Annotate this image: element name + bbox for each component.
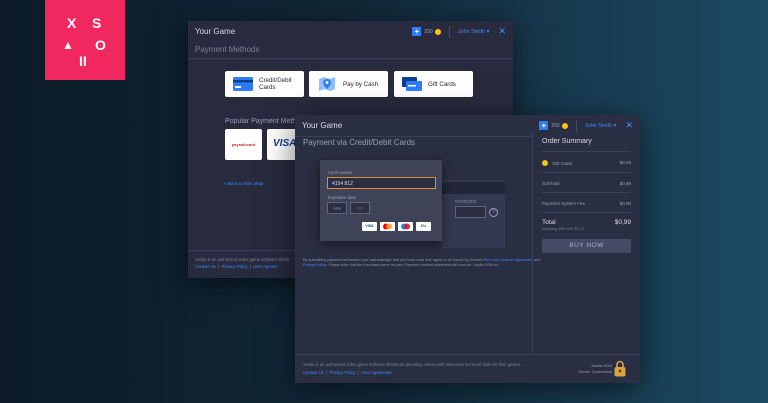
- card-payment-window: Your Game + 250 John Smith ▾ ✕ Payment v…: [295, 115, 640, 383]
- coin-icon: [434, 28, 441, 35]
- logo-glyph-x: X: [67, 15, 77, 31]
- logo-glyph-triangle: ▲: [62, 38, 74, 52]
- popular-methods-label: Popular Payment Meth: [225, 118, 297, 125]
- subtotal-row: SubTotal $0,99: [542, 181, 631, 186]
- card-front-panel: Card number 4154 812 Expiration date MM …: [320, 160, 442, 241]
- card-number-label: Card number: [328, 170, 353, 175]
- item-label: 100 Coins: [552, 160, 573, 166]
- method-label: Pay by Cash: [343, 80, 379, 88]
- privacy-link[interactable]: Privacy Policy: [303, 263, 326, 267]
- user-name: John Smith: [584, 122, 613, 129]
- subtotal-label: SubTotal: [542, 181, 560, 186]
- order-summary-title: Order Summary: [542, 138, 592, 145]
- coin-icon: [561, 122, 568, 129]
- maestro-icon: [398, 222, 413, 231]
- card-number-input[interactable]: 4154 812: [327, 177, 436, 189]
- footer-agreement-link[interactable]: User Agreem: [253, 264, 277, 269]
- footer-privacy-link[interactable]: Privacy Policy: [329, 370, 355, 375]
- consent-text: By submitting payment information you ac…: [303, 258, 541, 267]
- divider: [542, 151, 631, 152]
- total-label: Total: [542, 219, 556, 226]
- footer: Xsolla is an authorized video game softw…: [295, 354, 640, 383]
- game-title: Your Game: [195, 27, 236, 36]
- gift-cards-icon: [402, 77, 422, 91]
- paysafecard-logo: paysafecard: [231, 142, 256, 147]
- order-item-row: 100 Coins $0,99: [542, 160, 631, 166]
- vat-note: Including 18% VAT $0,17: [542, 227, 585, 231]
- coins-balance[interactable]: + 250: [539, 121, 568, 130]
- buy-now-button[interactable]: BUY NOW: [542, 239, 631, 253]
- subtotal-value: $0,99: [619, 181, 631, 186]
- user-menu[interactable]: John Smith ▾: [458, 29, 490, 35]
- card-back-panel: CVV/CVC2 ?: [442, 180, 505, 248]
- page-title: Payment via Credit/Debit Cards: [303, 138, 416, 147]
- coin-icon: [542, 160, 548, 166]
- map-pin-icon: [319, 77, 335, 91]
- game-title: Your Game: [302, 121, 343, 130]
- secure-text: Secure Connection: [577, 369, 612, 374]
- method-label: Gift Cards: [428, 80, 456, 88]
- method-gift-cards-button[interactable]: Gift Cards: [394, 71, 473, 97]
- magnetic-stripe: [442, 182, 505, 194]
- elo-icon: Elo: [416, 222, 431, 231]
- footer-text: Xsolla is an authorized video game softw…: [195, 257, 290, 262]
- method-label: Credit/Debit Cards: [259, 77, 292, 91]
- expiry-month-input[interactable]: MM: [327, 202, 347, 214]
- brand-logo: X S ▲ O II: [45, 0, 125, 80]
- footer-contact-link[interactable]: Contact Us: [303, 370, 324, 375]
- footer-contact-link[interactable]: Contact Us: [195, 264, 216, 269]
- footer-agreement-link[interactable]: User Agreement: [361, 370, 391, 375]
- user-name: John Smith: [457, 28, 486, 35]
- divider: [542, 172, 631, 173]
- coins-value: 250: [424, 28, 433, 35]
- item-price: $0,99: [619, 160, 631, 165]
- method-pay-by-cash-button[interactable]: Pay by Cash: [309, 71, 388, 97]
- divider: [542, 192, 631, 193]
- eula-link[interactable]: End User License Agreement: [484, 258, 533, 262]
- fee-label: Payment System Fee: [542, 201, 586, 206]
- logo-glyph-o: O: [95, 37, 106, 53]
- expiry-year-input[interactable]: YY: [350, 202, 370, 214]
- close-icon[interactable]: ✕: [498, 26, 506, 37]
- divider: [295, 136, 532, 137]
- expiration-label: Expiration date: [328, 195, 356, 200]
- divider: [542, 212, 631, 213]
- logo-glyph-s: S: [92, 15, 102, 31]
- footer-links: Contact Us | Privacy Policy | User Agree…: [195, 264, 278, 269]
- credit-card-icon: [233, 77, 253, 91]
- coins-balance[interactable]: + 250: [412, 27, 441, 36]
- visa-icon: VISA: [362, 222, 377, 231]
- user-menu[interactable]: John Smith ▾: [585, 123, 617, 129]
- divider: [448, 25, 450, 38]
- mastercard-icon: [380, 222, 395, 231]
- footer-privacy-link[interactable]: Privacy Policy: [221, 264, 247, 269]
- popular-paysafecard-button[interactable]: paysafecard: [225, 129, 262, 160]
- total-row: Total $0,99: [542, 219, 631, 226]
- add-coins-icon[interactable]: +: [539, 121, 549, 130]
- close-icon[interactable]: ✕: [625, 120, 633, 131]
- cvv-input[interactable]: [455, 206, 486, 218]
- order-summary: Order Summary 100 Coins $0,99 SubTotal $…: [532, 132, 640, 355]
- secure-brand: Xsolla 2016: [591, 363, 612, 368]
- cvv-label: CVV/CVC2: [455, 199, 476, 204]
- back-to-shop-link[interactable]: < Back to item shop: [224, 181, 264, 186]
- footer-links: Contact Us | Privacy Policy | User Agree…: [303, 370, 392, 375]
- coins-value: 250: [551, 122, 560, 129]
- divider: [575, 119, 577, 132]
- method-credit-card-button[interactable]: Credit/Debit Cards: [225, 71, 304, 97]
- title-bar: Your Game + 250 John Smith ▾ ✕: [188, 21, 513, 42]
- fee-value: $0,00: [619, 201, 631, 206]
- footer-text: Xsolla is an authorized video game softw…: [303, 362, 522, 367]
- fee-row: Payment System Fee $0,00: [542, 201, 631, 206]
- lock-icon: [614, 360, 626, 377]
- page-title: Payment Methods: [188, 42, 513, 59]
- add-coins-icon[interactable]: +: [412, 27, 422, 36]
- total-value: $0,99: [614, 219, 631, 226]
- secure-connection-note: Xsolla 2016 Secure Connection: [578, 363, 612, 375]
- logo-glyph-bars: II: [79, 53, 87, 69]
- help-icon[interactable]: ?: [489, 208, 498, 217]
